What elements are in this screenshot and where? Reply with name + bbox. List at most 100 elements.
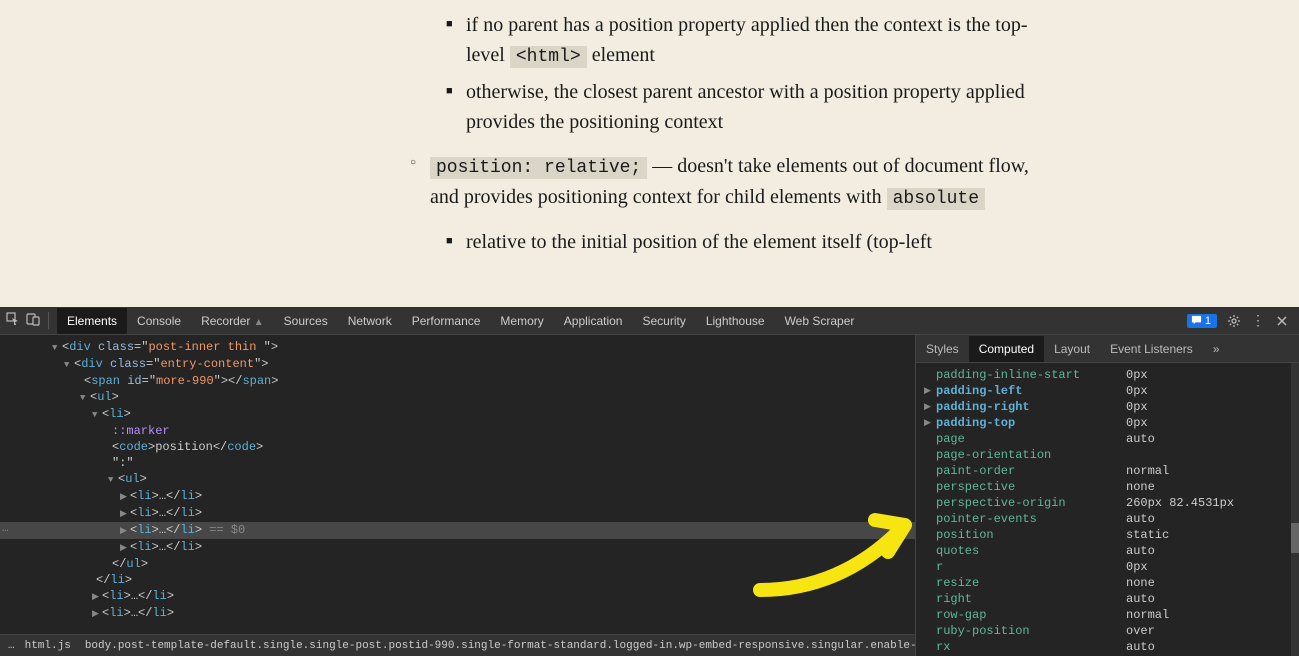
- tree-row[interactable]: ▶<li>…</li>: [0, 505, 915, 522]
- computed-property-name: padding-inline-start: [936, 367, 1126, 383]
- breadcrumb[interactable]: … html.js body.post-template-default.sin…: [0, 634, 915, 656]
- messages-badge[interactable]: 1: [1187, 314, 1217, 328]
- computed-property-row[interactable]: ▶padding-top0px: [924, 415, 1291, 431]
- tab-sources[interactable]: Sources: [274, 308, 338, 334]
- computed-property-row[interactable]: quotesauto: [924, 543, 1291, 559]
- devtools-panel: Elements Console Recorder ▲ Sources Netw…: [0, 307, 1299, 656]
- expand-icon: [924, 607, 936, 623]
- elements-tree[interactable]: ▼<div class="post-inner thin "> ▼<div cl…: [0, 335, 915, 656]
- computed-property-value: 0px: [1126, 415, 1148, 431]
- tree-row[interactable]: ▶<li>…</li>: [0, 605, 915, 622]
- tree-row[interactable]: ":": [0, 455, 915, 471]
- tab-performance[interactable]: Performance: [402, 308, 491, 334]
- toggle-device-icon[interactable]: [26, 312, 40, 329]
- tree-row[interactable]: ▶<li>…</li>: [0, 539, 915, 556]
- computed-property-row[interactable]: rxauto: [924, 639, 1291, 655]
- computed-property-row[interactable]: pageauto: [924, 431, 1291, 447]
- tree-row-selected[interactable]: ▶<li>…</li> == $0: [0, 522, 915, 539]
- tree-row[interactable]: ▶<li>…</li>: [0, 488, 915, 505]
- close-icon[interactable]: [1275, 314, 1289, 328]
- expand-icon: [924, 495, 936, 511]
- doc-text: element: [592, 44, 655, 66]
- computed-property-name: position: [936, 527, 1126, 543]
- more-icon[interactable]: ⋮: [1251, 314, 1265, 328]
- computed-property-row[interactable]: positionstatic: [924, 527, 1291, 543]
- expand-icon: [924, 575, 936, 591]
- tab-elements[interactable]: Elements: [57, 308, 127, 334]
- computed-property-value: normal: [1126, 463, 1169, 479]
- doc-text: relative to the initial position of the …: [466, 231, 932, 253]
- expand-icon[interactable]: ▶: [924, 415, 936, 431]
- gear-icon[interactable]: [1227, 314, 1241, 328]
- inspect-element-icon[interactable]: [6, 312, 20, 329]
- computed-property-name: paint-order: [936, 463, 1126, 479]
- expand-icon: [924, 543, 936, 559]
- devtools-tab-bar: Elements Console Recorder ▲ Sources Netw…: [0, 307, 1299, 335]
- computed-property-value: auto: [1126, 543, 1155, 559]
- computed-property-name: ruby-position: [936, 623, 1126, 639]
- tab-application[interactable]: Application: [554, 308, 633, 334]
- expand-icon: [924, 559, 936, 575]
- computed-property-name: page-orientation: [936, 447, 1126, 463]
- doc-code-position-relative: position: relative;: [430, 157, 647, 179]
- computed-property-row[interactable]: padding-inline-start0px: [924, 367, 1291, 383]
- computed-property-row[interactable]: ▶padding-right0px: [924, 399, 1291, 415]
- tab-recorder[interactable]: Recorder ▲: [191, 308, 274, 334]
- tab-memory[interactable]: Memory: [490, 308, 553, 334]
- tab-network[interactable]: Network: [338, 308, 402, 334]
- tree-row[interactable]: <code>position</code>: [0, 439, 915, 455]
- computed-property-row[interactable]: pointer-eventsauto: [924, 511, 1291, 527]
- tree-row[interactable]: <span id="more-990"></span>: [0, 373, 915, 389]
- computed-property-row[interactable]: resizenone: [924, 575, 1291, 591]
- tab-layout[interactable]: Layout: [1044, 336, 1100, 362]
- computed-property-row[interactable]: perspectivenone: [924, 479, 1291, 495]
- more-tabs-icon[interactable]: »: [1203, 336, 1230, 362]
- expand-icon[interactable]: ▶: [924, 399, 936, 415]
- computed-property-row[interactable]: row-gapnormal: [924, 607, 1291, 623]
- scrollbar-track[interactable]: [1291, 363, 1299, 656]
- tab-security[interactable]: Security: [632, 308, 695, 334]
- tree-row[interactable]: </li>: [0, 572, 915, 588]
- page-content: if no parent has a position property app…: [0, 10, 1299, 307]
- scrollbar-thumb[interactable]: [1291, 523, 1299, 553]
- expand-icon: [924, 639, 936, 655]
- tab-computed[interactable]: Computed: [969, 336, 1044, 362]
- computed-property-value: auto: [1126, 511, 1155, 527]
- computed-property-row[interactable]: r0px: [924, 559, 1291, 575]
- tab-webscraper[interactable]: Web Scraper: [775, 308, 865, 334]
- computed-property-name: quotes: [936, 543, 1126, 559]
- expand-icon[interactable]: ▶: [924, 383, 936, 399]
- computed-property-row[interactable]: page-orientation: [924, 447, 1291, 463]
- tree-row[interactable]: ::marker: [0, 423, 915, 439]
- tree-row[interactable]: ▼<div class="post-inner thin ">: [0, 339, 915, 356]
- computed-property-value: none: [1126, 575, 1155, 591]
- expand-icon: [924, 591, 936, 607]
- computed-property-row[interactable]: perspective-origin260px 82.4531px: [924, 495, 1291, 511]
- computed-property-row[interactable]: ▶padding-left0px: [924, 383, 1291, 399]
- doc-text: otherwise, the closest parent ancestor w…: [466, 81, 1025, 133]
- computed-property-row[interactable]: rightauto: [924, 591, 1291, 607]
- computed-property-value: over: [1126, 623, 1155, 639]
- tree-row[interactable]: ▼<div class="entry-content">: [0, 356, 915, 373]
- tab-console[interactable]: Console: [127, 308, 191, 334]
- expand-icon: [924, 527, 936, 543]
- tab-styles[interactable]: Styles: [916, 336, 969, 362]
- tree-row[interactable]: ▼<li>: [0, 406, 915, 423]
- computed-property-row[interactable]: ruby-positionover: [924, 623, 1291, 639]
- computed-property-name: pointer-events: [936, 511, 1126, 527]
- expand-icon: [924, 447, 936, 463]
- computed-property-row[interactable]: paint-ordernormal: [924, 463, 1291, 479]
- computed-property-value: auto: [1126, 639, 1155, 655]
- computed-property-value: static: [1126, 527, 1169, 543]
- expand-icon: [924, 479, 936, 495]
- tree-row[interactable]: ▶<li>…</li>: [0, 588, 915, 605]
- tab-event-listeners[interactable]: Event Listeners: [1100, 336, 1203, 362]
- computed-property-value: 0px: [1126, 367, 1148, 383]
- computed-properties-list[interactable]: padding-inline-start0px▶padding-left0px▶…: [916, 363, 1299, 656]
- ellipsis-indicator: …: [0, 521, 9, 537]
- tree-row[interactable]: </ul>: [0, 556, 915, 572]
- tab-lighthouse[interactable]: Lighthouse: [696, 308, 775, 334]
- tree-row[interactable]: ▼<ul>: [0, 389, 915, 406]
- computed-property-value: 0px: [1126, 559, 1148, 575]
- tree-row[interactable]: ▼<ul>: [0, 471, 915, 488]
